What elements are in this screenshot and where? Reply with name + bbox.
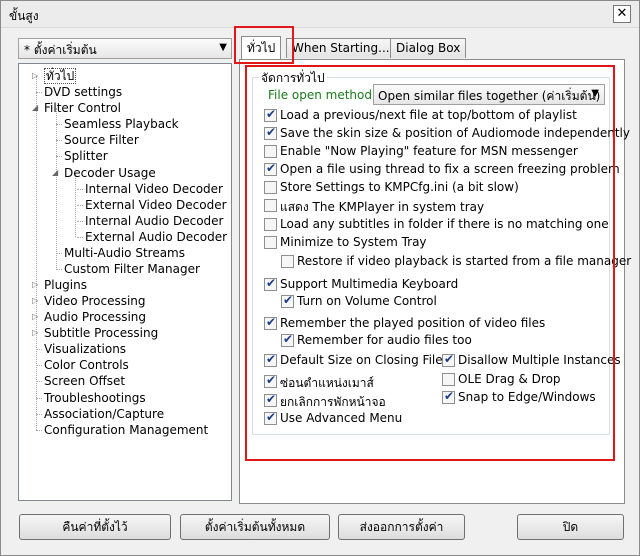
tab-dialog-box-label: Dialog Box bbox=[396, 41, 461, 55]
window-title: ขั้นสูง bbox=[9, 9, 39, 23]
tree-branch-line bbox=[56, 253, 62, 254]
tree-branch-line bbox=[77, 221, 83, 222]
tree-branch-line bbox=[77, 205, 83, 206]
tree-item-audio-processing[interactable]: ▷ Audio Processing bbox=[32, 309, 146, 325]
tree-branch-line bbox=[36, 349, 42, 350]
tree-item-multi-audio-streams[interactable]: Multi-Audio Streams bbox=[56, 245, 185, 261]
reset-all-button[interactable]: ตั้งค่าเริ่มต้นทั้งหมด bbox=[180, 514, 330, 540]
tree-item-subtitle-processing[interactable]: ▷ Subtitle Processing bbox=[32, 325, 159, 341]
tree-guide-line bbox=[36, 76, 37, 430]
tree-item-label: DVD settings bbox=[44, 85, 123, 99]
tree-item-label: Subtitle Processing bbox=[44, 326, 159, 340]
tree-item-label: Color Controls bbox=[44, 358, 129, 372]
tree-item-label: Troubleshootings bbox=[44, 391, 146, 405]
tree-branch-line bbox=[56, 269, 62, 270]
tree-item-association-capture[interactable]: Association/Capture bbox=[36, 406, 165, 422]
tree-item-internal-video-decoder[interactable]: Internal Video Decoder bbox=[77, 181, 223, 197]
tree-item-label: Internal Video Decoder bbox=[85, 182, 223, 196]
tree-branch-line bbox=[77, 189, 83, 190]
tree-item-video-processing[interactable]: ▷ Video Processing bbox=[32, 293, 146, 309]
tab-general[interactable]: ทั่วไป bbox=[241, 36, 282, 59]
tree-branch-line bbox=[36, 92, 42, 93]
export-settings-button[interactable]: ส่งออกการตั้งค่า bbox=[338, 514, 465, 540]
profile-combo-value: * ตั้งค่าเริ่มต้น bbox=[24, 43, 97, 57]
tree-item-color-controls[interactable]: Color Controls bbox=[36, 357, 129, 373]
tree-item-label: Audio Processing bbox=[44, 310, 146, 324]
tree-item-label: Seamless Playback bbox=[64, 117, 179, 131]
tree-item-screen-offset[interactable]: Screen Offset bbox=[36, 373, 126, 389]
tab-when-starting[interactable]: When Starting... bbox=[286, 38, 396, 58]
tree-branch-line bbox=[56, 156, 62, 157]
tree-item-label: Plugins bbox=[44, 278, 87, 292]
tree-item-splitter[interactable]: Splitter bbox=[56, 148, 108, 164]
tree-item-decoder-usage[interactable]: ◢ Decoder Usage bbox=[52, 165, 156, 181]
expand-arrow-icon[interactable]: ▷ bbox=[32, 293, 38, 309]
restore-settings-button[interactable]: คืนค่าที่ตั้งไว้ bbox=[19, 514, 171, 540]
tree-item-label: External Audio Decoder bbox=[85, 230, 228, 244]
tree-item-label: Filter Control bbox=[44, 101, 121, 115]
settings-tree: ▷ ทั่วไป DVD settings ◢ Filter Control Seamle… bbox=[18, 63, 232, 501]
tree-item-general[interactable]: ▷ ทั่วไป bbox=[32, 68, 77, 84]
expand-arrow-icon[interactable]: ▷ bbox=[32, 309, 38, 325]
tree-item-external-audio-decoder[interactable]: External Audio Decoder bbox=[77, 229, 228, 245]
expand-arrow-icon[interactable]: ▷ bbox=[32, 325, 38, 341]
tree-branch-line bbox=[36, 398, 42, 399]
tree-item-visualizations[interactable]: Visualizations bbox=[36, 341, 127, 357]
collapse-arrow-icon[interactable]: ◢ bbox=[32, 100, 38, 116]
tree-item-label: Custom Filter Manager bbox=[64, 262, 200, 276]
tree-item-label: Multi-Audio Streams bbox=[64, 246, 185, 260]
collapse-arrow-icon[interactable]: ◢ bbox=[52, 165, 58, 181]
tree-branch-line bbox=[56, 140, 62, 141]
tree-branch-line bbox=[36, 414, 42, 415]
tree-guide-line bbox=[75, 173, 76, 237]
tree-branch-line bbox=[56, 124, 62, 125]
tree-branch-line bbox=[36, 381, 42, 382]
tree-item-label: Source Filter bbox=[64, 133, 139, 147]
tree-item-internal-audio-decoder[interactable]: Internal Audio Decoder bbox=[77, 213, 224, 229]
close-icon[interactable]: ✕ bbox=[613, 5, 631, 23]
tree-item-label: Configuration Management bbox=[44, 423, 209, 437]
tree-branch-line bbox=[36, 365, 42, 366]
tree-item-filter-control[interactable]: ◢ Filter Control bbox=[32, 100, 121, 116]
tab-when-starting-label: When Starting... bbox=[292, 41, 390, 55]
tree-item-label: ทั่วไป bbox=[44, 68, 77, 84]
expand-arrow-icon[interactable]: ▷ bbox=[32, 277, 38, 293]
tree-item-label: Internal Audio Decoder bbox=[85, 214, 224, 228]
highlight-panel-box bbox=[245, 65, 615, 461]
tree-item-custom-filter-manager[interactable]: Custom Filter Manager bbox=[56, 261, 200, 277]
tree-item-dvd-settings[interactable]: DVD settings bbox=[36, 84, 123, 100]
tab-general-label: ทั่วไป bbox=[247, 41, 276, 55]
tree-item-source-filter[interactable]: Source Filter bbox=[56, 132, 139, 148]
tree-branch-line bbox=[36, 430, 42, 431]
tree-item-configuration-management[interactable]: Configuration Management bbox=[36, 422, 209, 438]
chevron-down-icon: ▼ bbox=[219, 42, 227, 53]
tree-item-label: Video Processing bbox=[44, 294, 146, 308]
advanced-settings-window: ขั้นสูง ✕ * ตั้งค่าเริ่มต้น ▼ ▷ ทั่วไป DVD… bbox=[0, 0, 640, 556]
tab-dialog-box[interactable]: Dialog Box bbox=[390, 38, 467, 58]
tree-branch-line bbox=[77, 237, 83, 238]
tree-item-label: Screen Offset bbox=[44, 374, 126, 388]
tree-item-label: Visualizations bbox=[44, 342, 127, 356]
tree-item-troubleshootings[interactable]: Troubleshootings bbox=[36, 390, 146, 406]
tree-item-label: Decoder Usage bbox=[64, 166, 156, 180]
tree-item-plugins[interactable]: ▷ Plugins bbox=[32, 277, 87, 293]
tree-guide-line bbox=[56, 108, 57, 268]
close-button[interactable]: ปิด bbox=[517, 514, 624, 540]
profile-combo[interactable]: * ตั้งค่าเริ่มต้น ▼ bbox=[18, 38, 232, 59]
tree-item-label: Association/Capture bbox=[44, 407, 165, 421]
tree-item-external-video-decoder[interactable]: External Video Decoder bbox=[77, 197, 227, 213]
tree-item-label: External Video Decoder bbox=[85, 198, 227, 212]
title-bar: ขั้นสูง ✕ bbox=[1, 1, 639, 28]
tree-item-seamless-playback[interactable]: Seamless Playback bbox=[56, 116, 179, 132]
tree-item-label: Splitter bbox=[64, 149, 108, 163]
expand-arrow-icon[interactable]: ▷ bbox=[32, 68, 38, 84]
